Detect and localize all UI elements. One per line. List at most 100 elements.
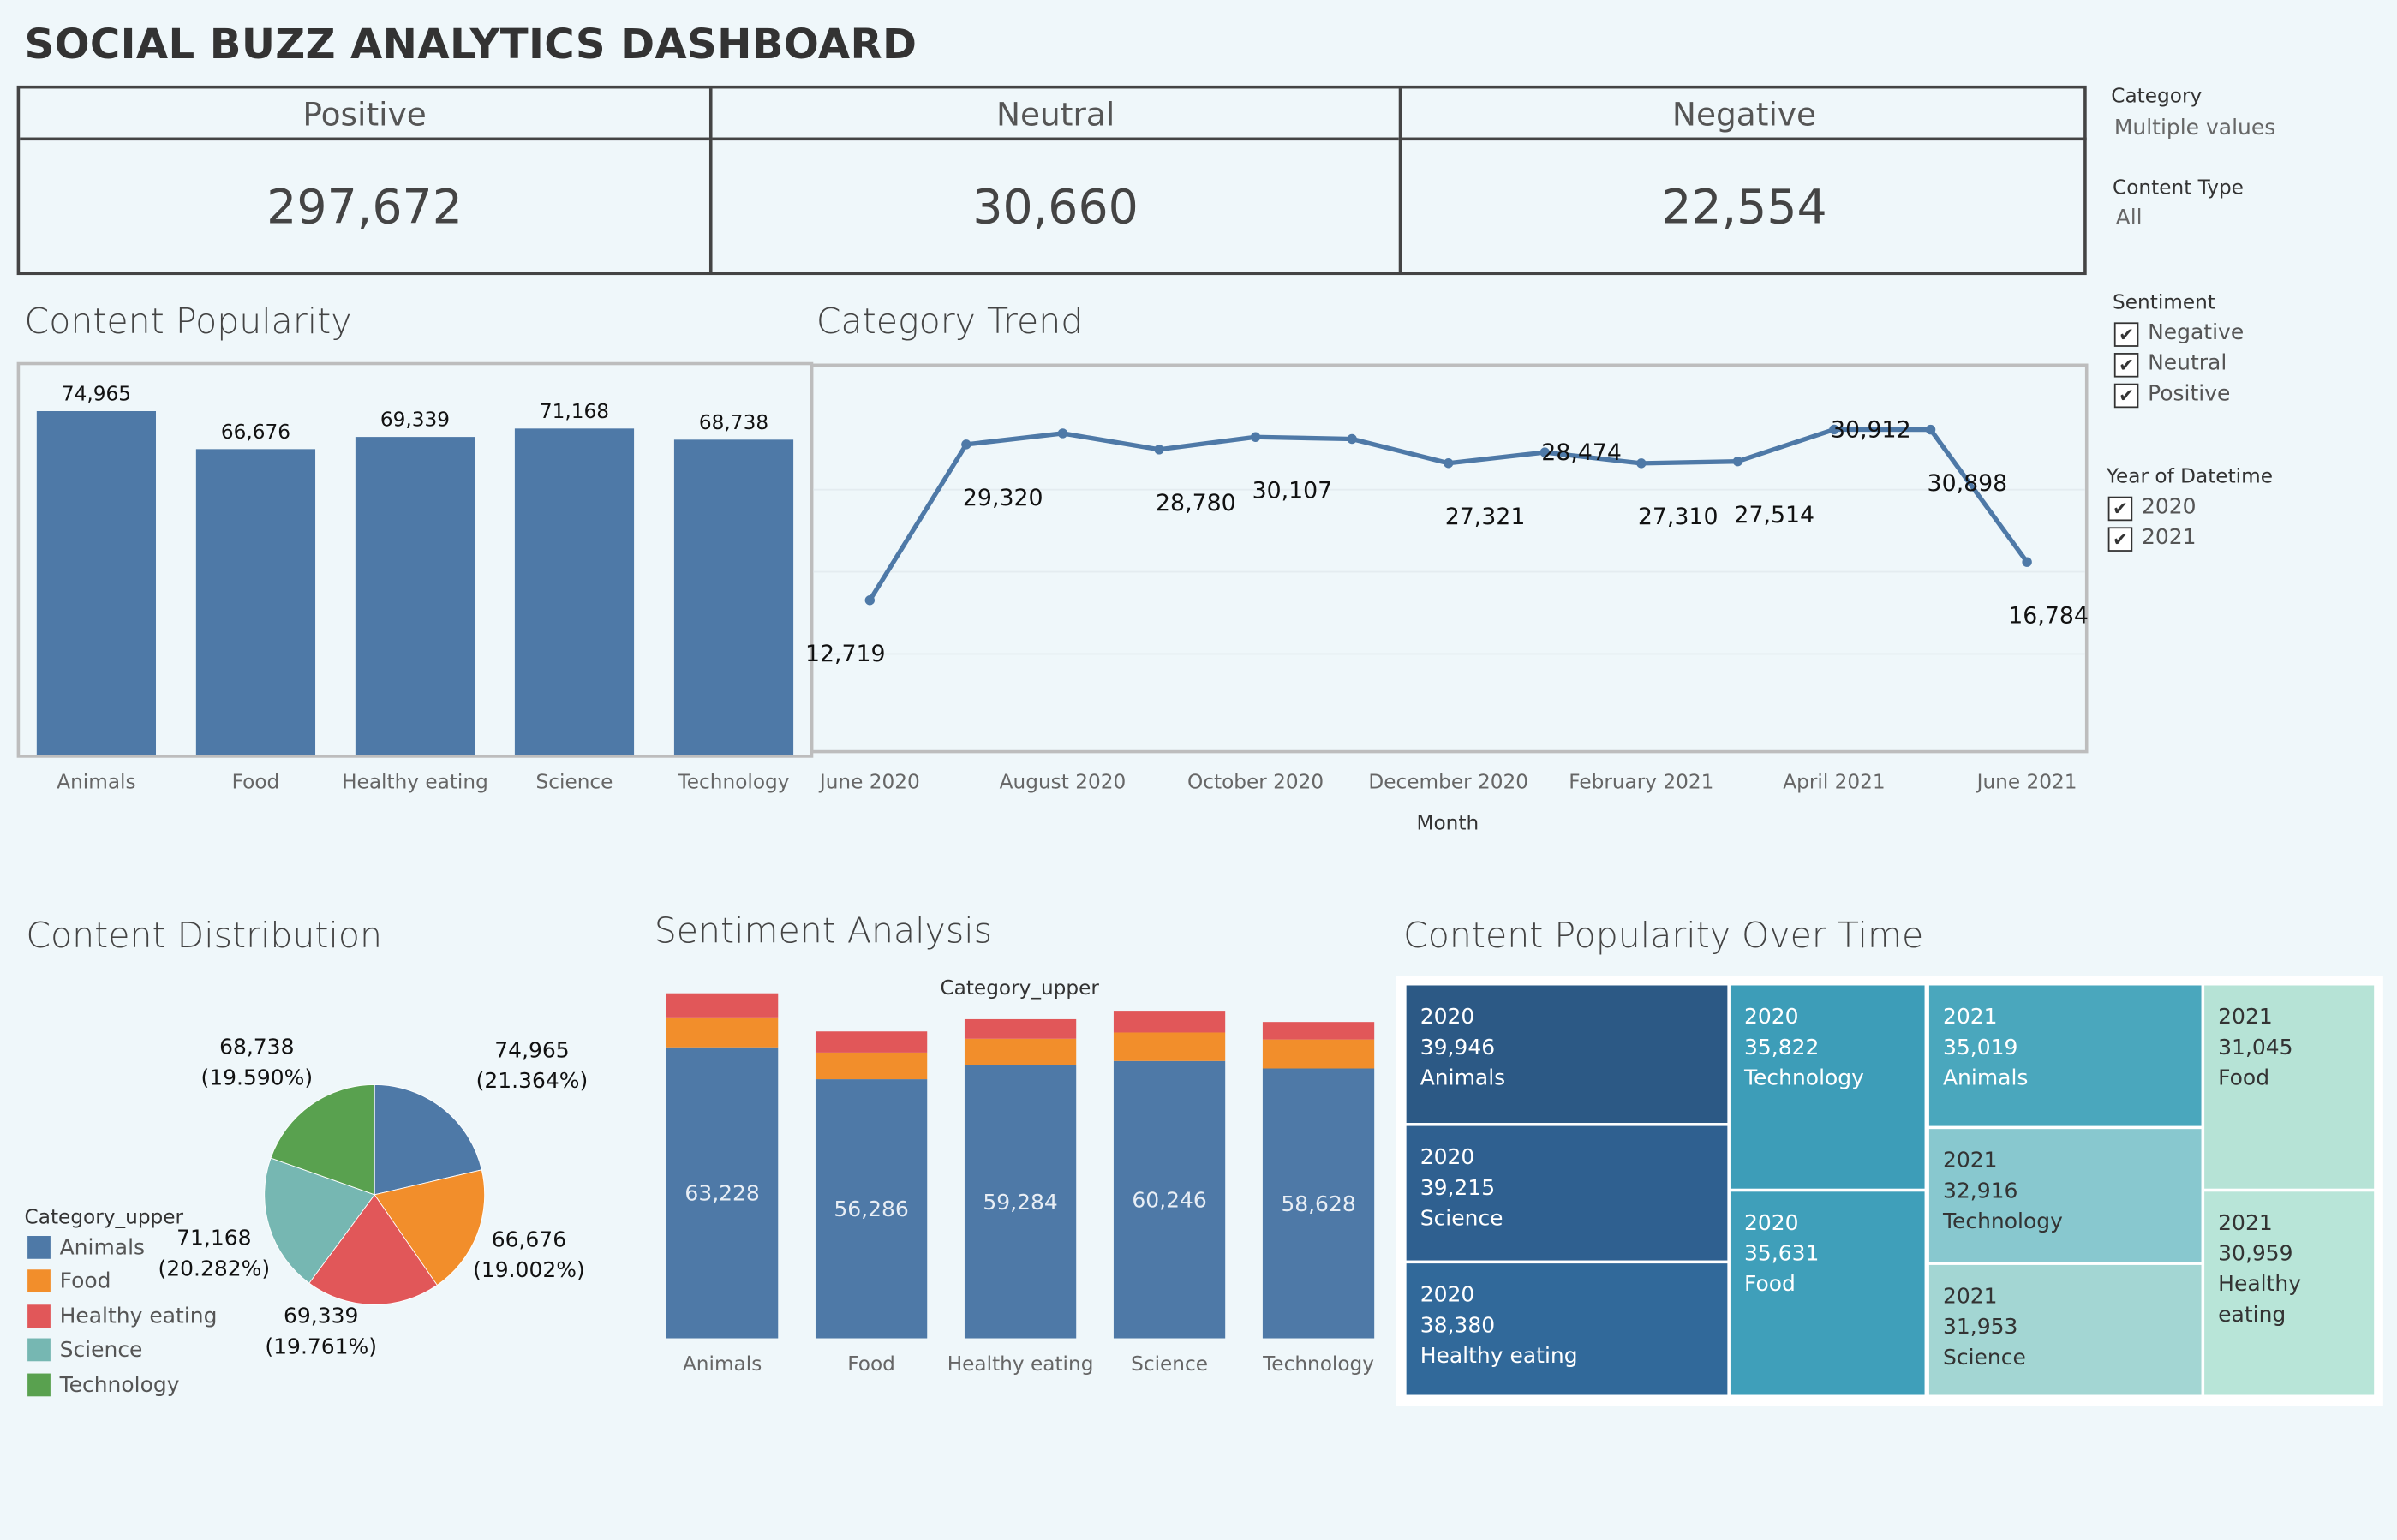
treemap-cell-category: Healthy eating: [1420, 1344, 1578, 1370]
bar-value-label: 69,339: [380, 409, 450, 432]
stack-segment-neutral: [964, 1038, 1077, 1065]
sentiment-filter-label: Sentiment: [2113, 291, 2215, 315]
treemap-cell-2021-technology[interactable]: 2021 32,916 Technology: [1928, 1129, 2202, 1262]
segment-value-label: 63,228: [684, 1181, 759, 1206]
treemap-cell-year: 2020: [1420, 1145, 1475, 1171]
treemap-cell-2020-healthy-eating[interactable]: 2020 38,380 Healthy eating: [1406, 1263, 1728, 1395]
legend-label: Healthy eating: [59, 1304, 218, 1329]
pie-percent-label: (19.002%): [473, 1257, 585, 1282]
pie-value-label: 74,965: [494, 1037, 569, 1062]
x-tick-label: Animals: [683, 1352, 762, 1376]
treemap-cell-year: 2021: [1942, 1149, 1998, 1173]
sentiment-positive-checkbox[interactable]: ✔: [2113, 383, 2139, 409]
trend-point: [1057, 428, 1068, 439]
content-type-filter-value[interactable]: All: [2116, 206, 2143, 231]
point-value-label: 16,784: [2008, 603, 2089, 630]
segment-value-label: 56,286: [834, 1197, 908, 1221]
treemap-cell-2020-technology[interactable]: 2020 35,822 Technology: [1730, 985, 1925, 1189]
segment-value-label: 59,284: [983, 1190, 1057, 1215]
sentiment-analysis-title: Sentiment Analysis: [654, 911, 993, 952]
treemap-cell-category: Technology: [1744, 1066, 1864, 1091]
treemap-cell-year: 2021: [2218, 1211, 2273, 1237]
kpi-label: Positive: [20, 88, 709, 141]
point-value-label: 30,912: [1831, 416, 1911, 443]
legend-label: Animals: [59, 1236, 146, 1261]
bar-value-label: 74,965: [62, 383, 131, 406]
point-value-label: 30,898: [1928, 470, 2008, 497]
x-tick-label: April 2021: [1783, 770, 1885, 793]
content-distribution-chart: 74,965 (21.364%) 66,676 (19.002%) 69,339 (19.…: [158, 1035, 589, 1359]
treemap-cell-value: 30,959: [2218, 1242, 2293, 1267]
x-tick-label: Technology: [678, 770, 790, 793]
stack-segment-negative: [1262, 1022, 1375, 1040]
x-tick-label: December 2020: [1368, 770, 1528, 793]
pie-value-label: 68,738: [219, 1035, 294, 1059]
trend-point: [1444, 458, 1454, 469]
trend-point: [2022, 557, 2032, 567]
treemap-cell-value: 35,631: [1744, 1242, 1820, 1267]
legend-swatch: [27, 1304, 51, 1328]
treemap-cell-value: 31,953: [1942, 1315, 2018, 1340]
bar-value-label: 68,738: [699, 411, 768, 434]
sentiment-analysis-chart: Category_upper 63,228 Animals 56,286 Food 59,…: [666, 976, 1375, 1376]
treemap-cell-category: Science: [1942, 1346, 2026, 1370]
kpi-neutral: Neutral 30,660: [708, 88, 1399, 272]
trend-point: [1347, 433, 1357, 445]
x-tick-label: August 2020: [1000, 770, 1127, 793]
year-2020-checkbox[interactable]: ✔: [2107, 496, 2133, 522]
year-2021-checkbox[interactable]: ✔: [2107, 527, 2133, 552]
treemap-cell-2020-science[interactable]: 2020 39,215 Science: [1406, 1125, 1728, 1261]
sentiment-neutral-checkbox[interactable]: ✔: [2113, 353, 2139, 378]
point-value-label: 30,107: [1252, 478, 1333, 504]
treemap-cell-value: 39,946: [1420, 1036, 1496, 1060]
bar-value-label: 66,676: [221, 421, 290, 444]
stack-segment-neutral: [666, 1017, 779, 1048]
x-tick-label: June 2021: [1976, 770, 2077, 793]
kpi-value: 297,672: [266, 180, 463, 236]
treemap-cell-2021-animals[interactable]: 2021 35,019 Animals: [1928, 985, 2202, 1126]
x-axis-title: Category_upper: [940, 976, 1099, 1000]
treemap-cell-2020-food[interactable]: 2020 35,631 Food: [1730, 1191, 1925, 1395]
x-tick-label: October 2020: [1187, 770, 1324, 793]
point-value-label: 27,321: [1445, 504, 1526, 530]
x-tick-label: Healthy eating: [947, 1352, 1094, 1376]
sentiment-negative-checkbox[interactable]: ✔: [2113, 322, 2139, 347]
kpi-positive: Positive 297,672: [20, 88, 709, 272]
treemap-cell-2020-animals[interactable]: 2020 39,946 Animals: [1406, 985, 1728, 1124]
content-type-filter-label: Content Type: [2113, 176, 2244, 200]
bar-science: [514, 428, 635, 755]
sentiment-option-label: Negative: [2148, 320, 2245, 346]
content-popularity-chart: 74,965 Animals 66,676 Food 69,339 Healthy eat…: [36, 383, 794, 793]
segment-value-label: 58,628: [1281, 1191, 1355, 1216]
bar-value-label: 71,168: [540, 400, 609, 423]
trend-point: [1732, 456, 1743, 467]
x-tick-label: Animals: [57, 770, 135, 793]
pie-value-label: 69,339: [284, 1304, 358, 1328]
pie-percent-label: (19.590%): [200, 1065, 313, 1089]
kpi-strip: Positive 297,672 Neutral 30,660 Negative…: [16, 85, 2087, 276]
x-tick-label: Healthy eating: [342, 770, 488, 793]
treemap-cell-year: 2021: [1942, 1005, 1998, 1030]
point-value-label: 27,514: [1734, 502, 1814, 528]
treemap-cell-category: Animals: [1420, 1066, 1506, 1091]
x-tick-label: Food: [847, 1352, 895, 1376]
treemap-cell-2021-food[interactable]: 2021 31,045 Food: [2204, 985, 2375, 1189]
x-tick-label: February 2021: [1569, 770, 1713, 793]
year-filter-label: Year of Datetime: [2106, 466, 2273, 489]
year-option-label: 2020: [2141, 494, 2197, 520]
sentiment-option-label: Neutral: [2148, 351, 2227, 376]
category-filter-value[interactable]: Multiple values: [2114, 116, 2275, 141]
point-value-label: 28,474: [1541, 439, 1622, 466]
stack-segment-negative: [815, 1031, 928, 1053]
category-filter-label: Category: [2111, 85, 2203, 109]
treemap-cell-value: 32,916: [1942, 1179, 2018, 1204]
treemap-cell-2021-science[interactable]: 2021 31,953 Science: [1928, 1264, 2202, 1395]
treemap-cell-2021-healthy-eating[interactable]: 2021 30,959 Healthy eating: [2204, 1191, 2375, 1395]
bar-healthy-eating: [355, 437, 475, 755]
trend-point: [1250, 432, 1261, 442]
treemap-cell-year: 2021: [1942, 1285, 1998, 1310]
kpi-label: Negative: [1402, 88, 2087, 141]
point-value-label: 29,320: [963, 485, 1043, 511]
stack-segment-neutral: [1113, 1032, 1226, 1061]
kpi-label: Neutral: [712, 88, 1399, 141]
